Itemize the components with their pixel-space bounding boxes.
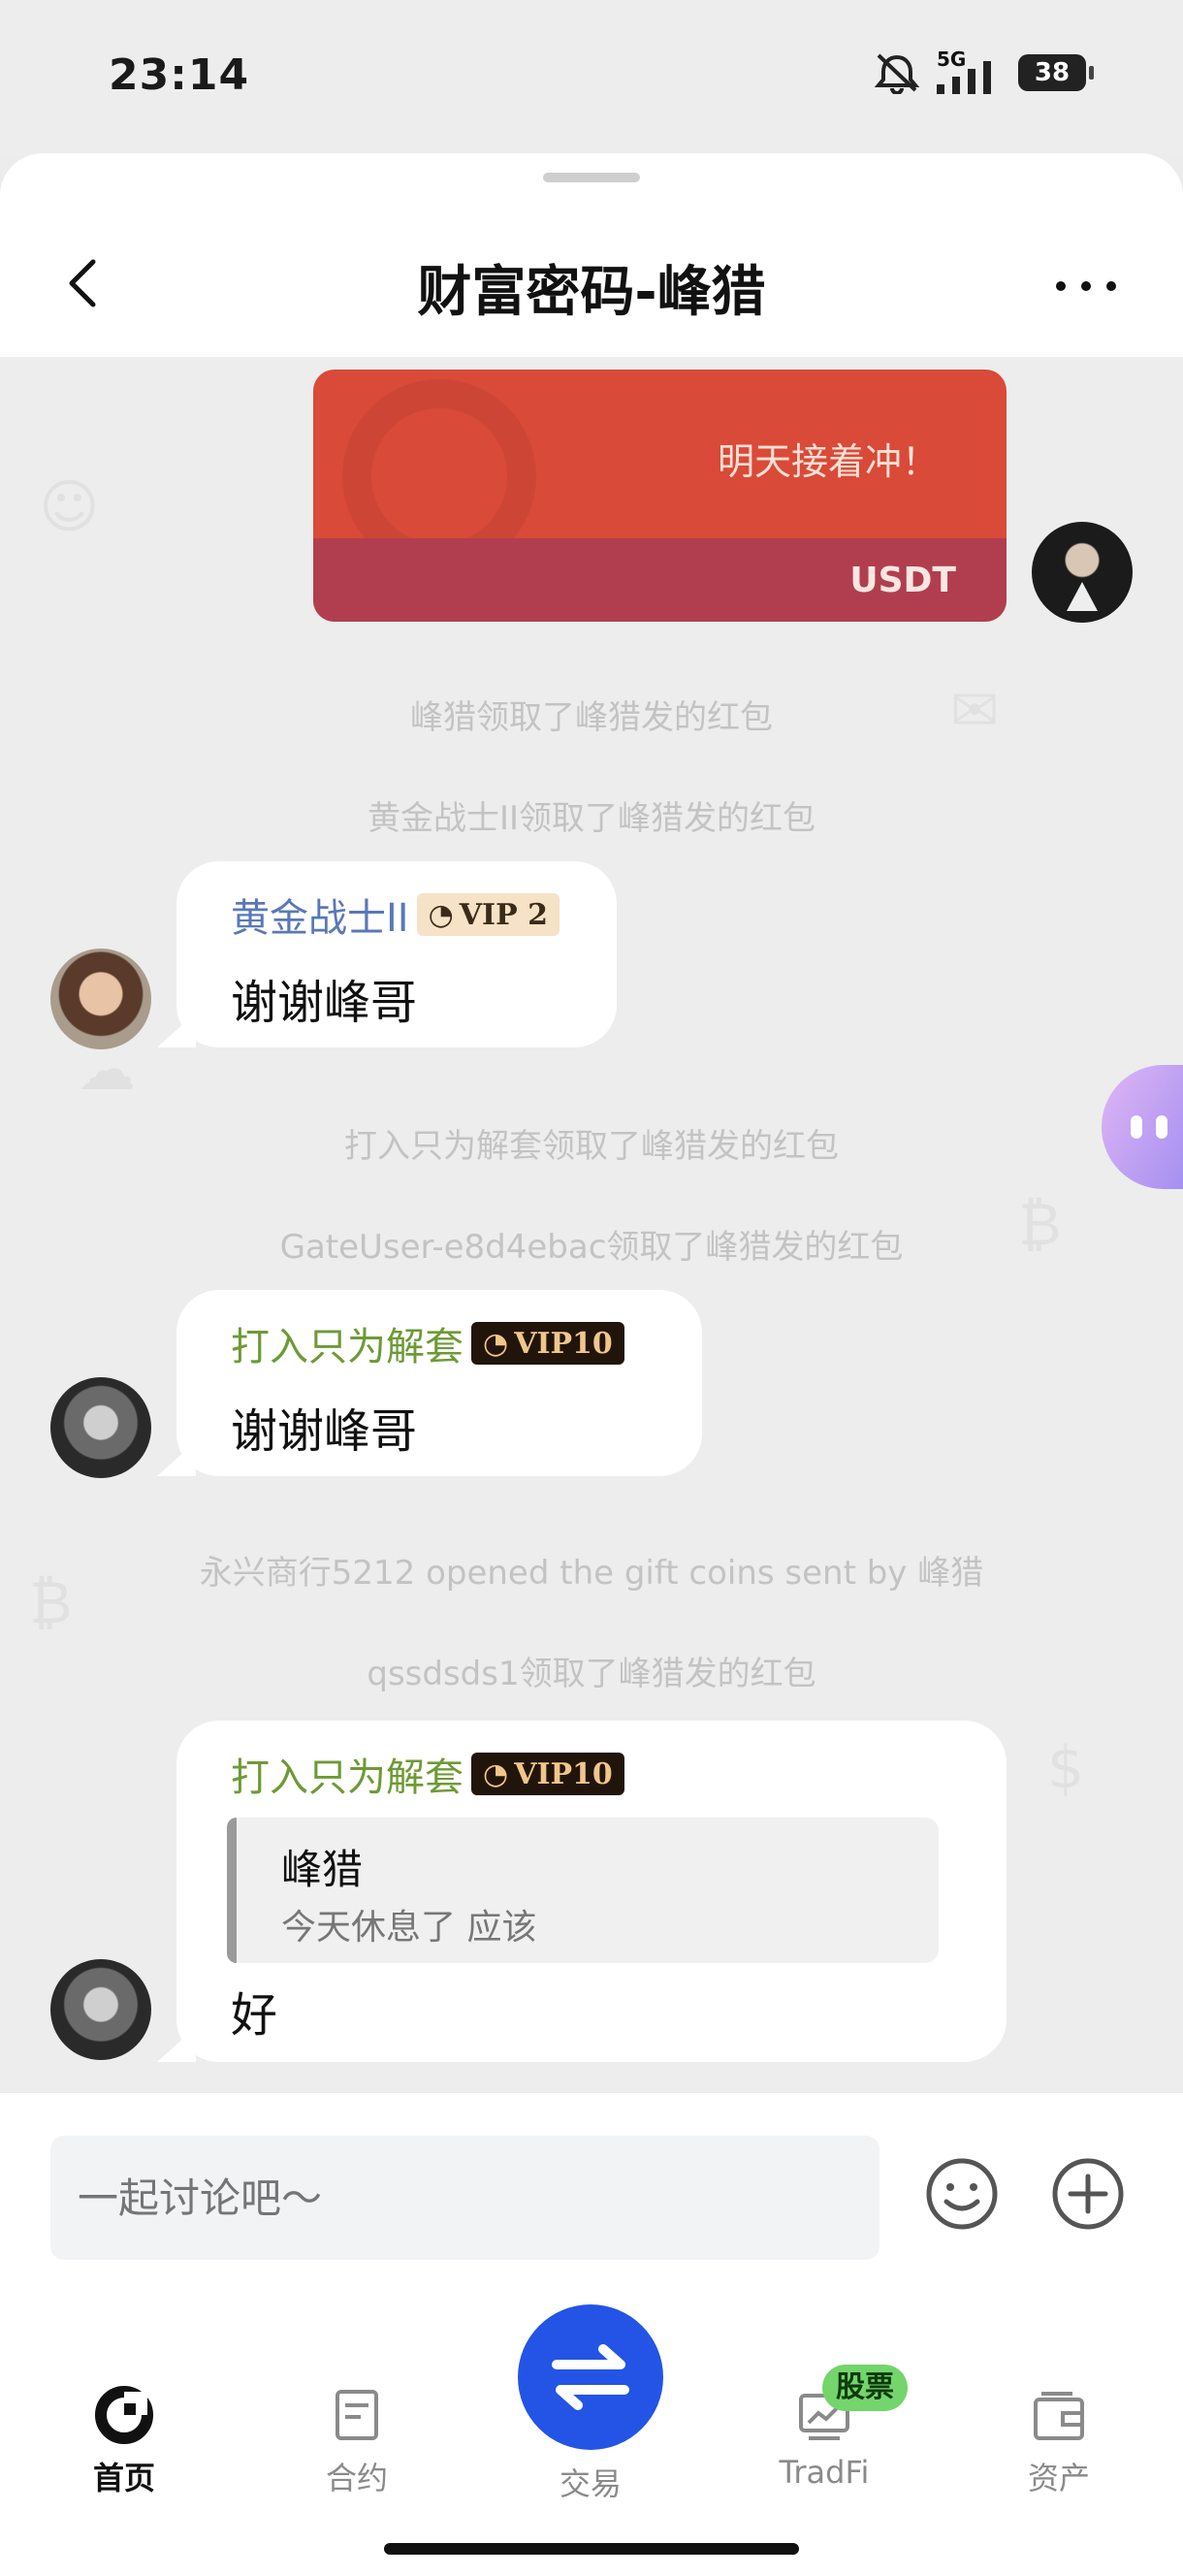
tab-assets[interactable]: 资产 [981,2386,1136,2498]
page-title: 财富密码-峰猎 [417,261,766,324]
contract-icon [336,2390,378,2440]
plus-circle-icon [1052,2158,1124,2230]
sender-name: 打入只为解套 [231,1755,464,1800]
avatar[interactable] [50,949,151,1049]
quote-bar [227,1818,237,1963]
tab-home[interactable]: 首页 [47,2386,202,2498]
assistant-eye-icon [1131,1115,1142,1139]
tab-contract[interactable]: 合约 [279,2386,434,2498]
battery-icon: 38 [1018,54,1094,91]
tab-trade[interactable] [518,2304,663,2450]
quote-sender: 峰猎 [281,1846,364,1893]
tab-label: TradFi [779,2454,870,2491]
more-button[interactable] [1047,262,1125,310]
mute-icon [874,53,920,94]
tab-label: 资产 [1027,2460,1090,2496]
message-bubble[interactable]: 打入只为解套 ◔ VIP10 谢谢峰哥 [157,1290,702,1476]
message-text: 谢谢峰哥 [231,976,418,1030]
swap-arrows-icon [552,2344,629,2410]
message-sender: 打入只为解套 ◔ VIP10 [231,1315,624,1371]
message-bubble[interactable]: 黄金战士II ◔ VIP 2 谢谢峰哥 [157,861,617,1047]
status-time: 23:14 [109,50,250,100]
status-icons: 5G 38 [871,48,1094,97]
home-indicator[interactable] [384,2543,799,2555]
background-pattern: ☺ [39,473,100,541]
sheet-grabber[interactable] [543,173,640,182]
tab-label: 合约 [325,2460,388,2496]
system-message: 峰猎领取了峰猎发的红包 [410,698,773,737]
assistant-eye-icon [1156,1115,1167,1139]
system-message: GateUser-e8d4ebac领取了峰猎发的红包 [279,1228,904,1267]
vip-badge: ◔ VIP10 [471,1322,624,1365]
message-text: 谢谢峰哥 [231,1404,418,1459]
avatar[interactable] [1032,522,1133,623]
network-type: 5G [937,48,967,71]
system-message: qssdsds1领取了峰猎发的红包 [367,1655,816,1693]
background-pattern: $ [1047,1734,1085,1802]
system-message: 永兴商行5212 opened the gift coins sent by 峰… [199,1554,984,1593]
tab-label: 交易 [559,2465,622,2502]
vip-level: VIP10 [514,1326,613,1361]
status-bar: 23:14 5G 38 [0,0,1183,155]
battery-level: 38 [1034,58,1071,87]
add-button[interactable] [1049,2155,1127,2237]
tradfi-badge: 股票 [822,2365,908,2411]
avatar[interactable] [50,1377,151,1478]
quote-text: 今天休息了 应该 [281,1908,537,1948]
vip-badge: ◔ VIP10 [471,1753,624,1795]
avatar[interactable] [50,1959,151,2060]
sender-name: 黄金战士II [231,896,409,941]
red-packet-card[interactable]: 明天接着冲！ USDT [313,370,1007,622]
gate-logo-icon: ◔ [483,1756,509,1791]
wallet-icon [1034,2392,1084,2440]
message-sender: 打入只为解套 ◔ VIP10 [231,1746,624,1802]
message-sender: 黄金战士II ◔ VIP 2 [231,886,560,943]
emoji-icon [926,2158,998,2230]
vip-badge: ◔ VIP 2 [416,893,560,936]
tab-label: 首页 [92,2460,155,2496]
signal-icon: 5G [937,48,1005,94]
vip-level: VIP10 [514,1756,613,1791]
vip-level: VIP 2 [459,897,548,932]
quoted-message[interactable]: 峰猎 今天休息了 应该 [227,1818,939,1963]
sender-name: 打入只为解套 [231,1325,464,1369]
gate-logo-icon: ◔ [483,1326,509,1361]
message-bubble[interactable]: 打入只为解套 ◔ VIP10 峰猎 今天休息了 应该 好 [157,1721,1007,2062]
message-input[interactable] [50,2136,879,2260]
red-packet-message: 明天接着冲！ [717,440,939,483]
gate-logo-icon [95,2386,153,2444]
system-message: 打入只为解套领取了峰猎发的红包 [344,1127,839,1166]
gate-logo-icon: ◔ [428,897,454,932]
red-packet-currency: USDT [849,561,956,600]
system-message: 黄金战士II领取了峰猎发的红包 [367,799,816,838]
message-text: 好 [231,1988,278,2043]
emoji-button[interactable] [923,2155,1001,2237]
more-horizontal-icon [1056,281,1116,291]
